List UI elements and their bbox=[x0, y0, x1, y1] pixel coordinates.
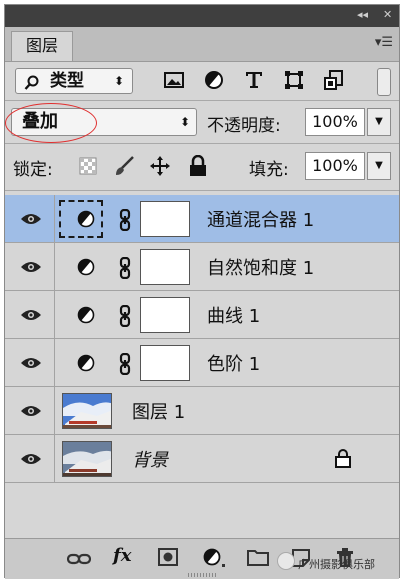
layer-name: 色阶 1 bbox=[207, 354, 261, 375]
divider bbox=[5, 143, 399, 144]
layer-name: 曲线 1 bbox=[207, 306, 261, 327]
type-filter-icon[interactable] bbox=[243, 69, 267, 93]
layer-row[interactable]: 图层 1 bbox=[5, 387, 399, 435]
layer-mask-thumbnail[interactable] bbox=[140, 201, 190, 237]
eye-icon[interactable] bbox=[20, 307, 42, 326]
visibility-cell[interactable] bbox=[5, 195, 55, 242]
resize-grip[interactable] bbox=[188, 573, 218, 577]
tab-row: 图层 ▾☰ bbox=[5, 27, 399, 62]
eye-icon[interactable] bbox=[20, 403, 42, 422]
lock-all-icon[interactable] bbox=[189, 154, 207, 181]
panel-menu-icon[interactable]: ▾☰ bbox=[375, 35, 393, 50]
lock-row: 锁定: 填充: 100% ▼ bbox=[5, 145, 399, 185]
fill-input[interactable]: 100% bbox=[305, 152, 365, 180]
link-chain-icon[interactable] bbox=[119, 352, 131, 379]
lock-move-icon[interactable] bbox=[149, 155, 171, 181]
blend-row: 叠加 ⬍ 不透明度: 100% ▼ bbox=[5, 102, 399, 143]
layer-mask-thumbnail[interactable] bbox=[140, 249, 190, 285]
eye-icon[interactable] bbox=[20, 211, 42, 230]
double-chevron-icon[interactable]: ◂◂ bbox=[357, 8, 368, 21]
layer-row[interactable]: 通道混合器 1 bbox=[5, 195, 399, 243]
updown-arrow-icon: ⬍ bbox=[179, 115, 190, 129]
layer-list-empty-area bbox=[5, 484, 399, 538]
layer-name: 背景 bbox=[132, 450, 168, 471]
close-icon[interactable]: ✕ bbox=[383, 8, 392, 21]
lock-icon bbox=[335, 448, 351, 472]
updown-arrow-icon: ⬍ bbox=[113, 74, 124, 88]
opacity-input[interactable]: 100% bbox=[305, 108, 365, 136]
filter-kind-select[interactable]: 类型 ⬍ bbox=[15, 68, 133, 94]
filter-row: 类型 ⬍ bbox=[5, 63, 399, 99]
visibility-cell[interactable] bbox=[5, 387, 55, 434]
smart-object-filter-icon[interactable] bbox=[323, 69, 347, 93]
visibility-cell[interactable] bbox=[5, 435, 55, 482]
visibility-cell[interactable] bbox=[5, 291, 55, 338]
shape-filter-icon[interactable] bbox=[283, 69, 307, 93]
add-mask-icon[interactable] bbox=[158, 548, 178, 570]
visibility-cell[interactable] bbox=[5, 243, 55, 290]
layer-thumbnail[interactable] bbox=[62, 393, 112, 429]
fill-label: 填充: bbox=[249, 160, 289, 180]
link-chain-icon[interactable] bbox=[119, 256, 131, 283]
layer-name: 通道混合器 1 bbox=[207, 210, 315, 231]
panel-titlebar: ◂◂ ✕ bbox=[5, 5, 399, 27]
watermark-logo bbox=[277, 552, 295, 570]
layer-mask-thumbnail[interactable] bbox=[140, 297, 190, 333]
link-chain-icon[interactable] bbox=[119, 208, 131, 235]
highlight-ellipse bbox=[5, 103, 97, 143]
adjustment-layer-icon bbox=[77, 354, 95, 376]
layer-row[interactable]: 背景 bbox=[5, 435, 399, 483]
eye-icon[interactable] bbox=[20, 355, 42, 374]
lock-transparent-icon[interactable] bbox=[79, 157, 97, 179]
link-layers-icon[interactable] bbox=[66, 551, 92, 570]
adjustment-layer-icon bbox=[77, 258, 95, 280]
new-adjustment-icon[interactable] bbox=[203, 548, 227, 572]
opacity-label: 不透明度: bbox=[207, 116, 281, 136]
search-icon bbox=[24, 74, 40, 98]
eye-icon[interactable] bbox=[20, 451, 42, 470]
layer-row[interactable]: 色阶 1 bbox=[5, 339, 399, 387]
filter-toggle-switch[interactable] bbox=[377, 68, 391, 96]
layer-name: 图层 1 bbox=[132, 402, 186, 423]
watermark-text: 广州摄影俱乐部 bbox=[298, 558, 375, 571]
layer-thumbnail[interactable] bbox=[62, 441, 112, 477]
image-filter-icon[interactable] bbox=[163, 69, 187, 93]
fill-dropdown-button[interactable]: ▼ bbox=[367, 152, 391, 180]
layer-name: 自然饱和度 1 bbox=[207, 258, 315, 279]
opacity-dropdown-button[interactable]: ▼ bbox=[367, 108, 391, 136]
lock-label: 锁定: bbox=[13, 160, 53, 180]
visibility-cell[interactable] bbox=[5, 339, 55, 386]
tab-layers[interactable]: 图层 bbox=[11, 31, 73, 61]
fx-icon[interactable]: fx bbox=[113, 545, 131, 566]
new-group-icon[interactable] bbox=[247, 548, 269, 570]
layer-row[interactable]: 自然饱和度 1 bbox=[5, 243, 399, 291]
adjustment-layer-icon bbox=[77, 306, 95, 328]
layer-mask-thumbnail[interactable] bbox=[140, 345, 190, 381]
adjustment-filter-icon[interactable] bbox=[203, 69, 227, 93]
adjustment-layer-icon bbox=[77, 210, 95, 232]
lock-paint-icon[interactable] bbox=[113, 155, 135, 181]
divider bbox=[5, 190, 399, 191]
divider bbox=[5, 100, 399, 101]
filter-kind-label: 类型 bbox=[50, 71, 84, 91]
link-chain-icon[interactable] bbox=[119, 304, 131, 331]
layers-panel: ◂◂ ✕ 图层 ▾☰ 类型 ⬍ 叠加 ⬍ 不透明度: 100% ▼ 锁定: 填充… bbox=[4, 4, 400, 579]
eye-icon[interactable] bbox=[20, 259, 42, 278]
layer-row[interactable]: 曲线 1 bbox=[5, 291, 399, 339]
